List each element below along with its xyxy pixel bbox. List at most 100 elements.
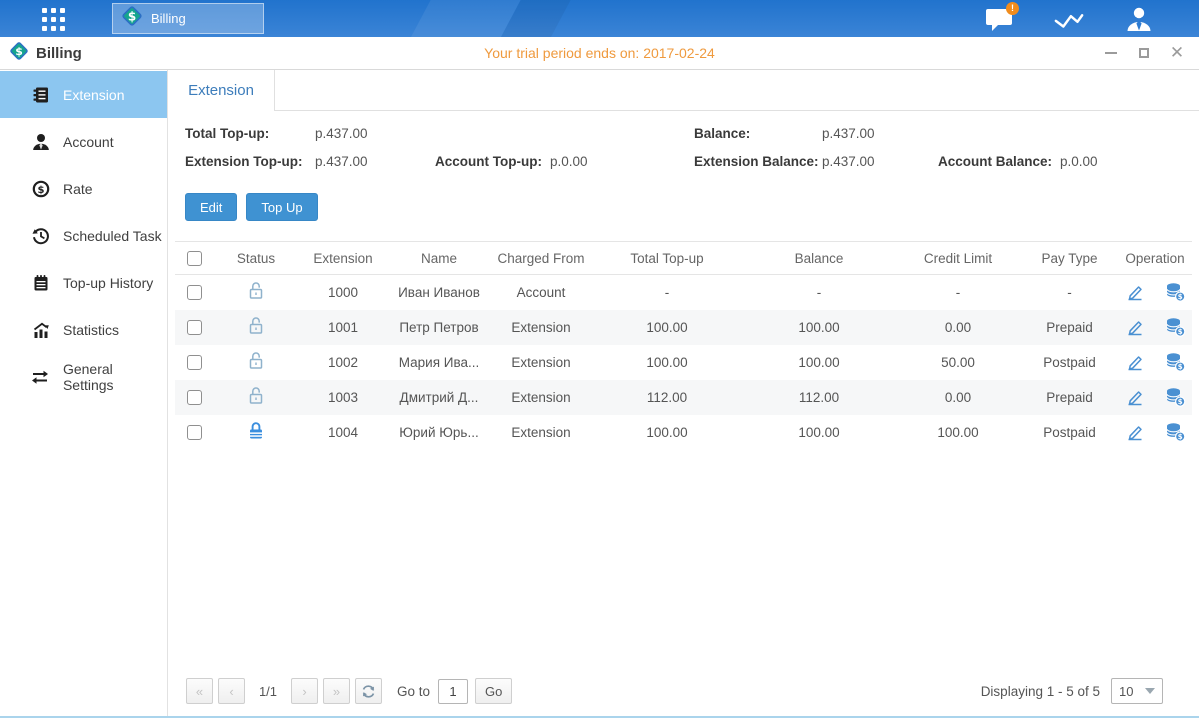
sidebar-item-scheduled-task[interactable]: Scheduled Task xyxy=(0,212,167,259)
cell-total-topup: - xyxy=(591,275,743,310)
maximize-button[interactable] xyxy=(1136,45,1152,61)
topup-extension-icon[interactable]: $ xyxy=(1165,352,1186,372)
sidebar-item-general-settings[interactable]: General Settings xyxy=(0,353,167,400)
table-row: 1002Мария Ива...Extension100.00100.0050.… xyxy=(175,345,1192,380)
go-button[interactable]: Go xyxy=(475,678,512,704)
account-balance-label: Account Balance: xyxy=(938,154,1060,169)
cell-status xyxy=(213,345,299,380)
sidebar-item-top-up-history[interactable]: Top-up History xyxy=(0,259,167,306)
chevron-down-icon xyxy=(1145,688,1155,694)
sidebar-item-label: Extension xyxy=(63,87,124,103)
select-all-checkbox[interactable] xyxy=(187,251,202,266)
last-page-button[interactable]: » xyxy=(323,678,350,704)
goto-page-input[interactable] xyxy=(438,679,468,704)
cell-pay-type: Postpaid xyxy=(1021,345,1118,380)
sidebar-item-label: Statistics xyxy=(63,322,119,338)
row-checkbox[interactable] xyxy=(187,425,202,440)
sidebar-item-label: Scheduled Task xyxy=(63,228,162,244)
scheduled-task-icon xyxy=(31,226,50,245)
rate-icon: $ xyxy=(31,179,50,198)
column-header-total-top-up: Total Top-up xyxy=(591,242,743,275)
edit-extension-icon[interactable] xyxy=(1125,317,1145,337)
column-header-status: Status xyxy=(213,242,299,275)
svg-text:$: $ xyxy=(1177,433,1182,441)
refresh-button[interactable] xyxy=(355,678,382,704)
close-button[interactable]: ✕ xyxy=(1169,45,1185,61)
cell-total-topup: 100.00 xyxy=(591,345,743,380)
cell-charged-from: Account xyxy=(491,275,591,310)
notification-badge: ! xyxy=(1006,2,1019,15)
edit-button[interactable]: Edit xyxy=(185,193,237,221)
edit-extension-icon[interactable] xyxy=(1125,352,1145,372)
messages-icon[interactable]: ! xyxy=(983,4,1015,34)
minimize-button[interactable] xyxy=(1103,45,1119,61)
next-page-button[interactable]: › xyxy=(291,678,318,704)
cell-name: Юрий Юрь... xyxy=(387,415,491,450)
lock-open-icon xyxy=(247,386,265,406)
goto-label: Go to xyxy=(397,684,430,699)
table-row: 1000Иван ИвановAccount----$ xyxy=(175,275,1192,310)
cell-operation: $ xyxy=(1118,310,1192,345)
prev-page-button[interactable]: ‹ xyxy=(218,678,245,704)
column-header-balance: Balance xyxy=(743,242,895,275)
page-size-select[interactable]: 10 xyxy=(1111,678,1163,704)
account-icon xyxy=(31,132,50,151)
topup-extension-icon[interactable]: $ xyxy=(1165,422,1186,442)
top-up-button[interactable]: Top Up xyxy=(246,193,317,221)
apps-grid-icon[interactable] xyxy=(34,7,72,31)
tab-bar: Extension xyxy=(168,70,1199,111)
cell-extension: 1002 xyxy=(299,345,387,380)
cell-operation: $ xyxy=(1118,380,1192,415)
sidebar-item-rate[interactable]: $Rate xyxy=(0,165,167,212)
column-header-operation: Operation xyxy=(1118,242,1192,275)
sidebar-item-account[interactable]: Account xyxy=(0,118,167,165)
edit-extension-icon[interactable] xyxy=(1125,282,1145,302)
topup-extension-icon[interactable]: $ xyxy=(1165,387,1186,407)
sidebar: Extension Account $Rate Scheduled Task Top-u… xyxy=(0,70,168,716)
row-checkbox[interactable] xyxy=(187,390,202,405)
cell-name: Иван Иванов xyxy=(387,275,491,310)
row-checkbox[interactable] xyxy=(187,320,202,335)
statistics-chart-icon[interactable] xyxy=(1053,4,1085,34)
first-page-button[interactable]: « xyxy=(186,678,213,704)
top-bar: $ Billing ! xyxy=(0,0,1199,37)
topup-extension-icon[interactable]: $ xyxy=(1165,317,1186,337)
account-balance-value: p.0.00 xyxy=(1060,154,1199,169)
sidebar-item-label: General Settings xyxy=(63,361,167,393)
taskbar-tab-billing[interactable]: $ Billing xyxy=(112,3,264,34)
cell-balance: - xyxy=(743,275,895,310)
edit-extension-icon[interactable] xyxy=(1125,422,1145,442)
sidebar-item-extension[interactable]: Extension xyxy=(0,71,167,118)
sidebar-item-label: Account xyxy=(63,134,114,150)
page-indicator: 1/1 xyxy=(250,684,286,699)
row-checkbox[interactable] xyxy=(187,285,202,300)
cell-checkbox xyxy=(175,345,213,380)
topup-history-icon xyxy=(31,273,50,292)
sidebar-item-statistics[interactable]: Statistics xyxy=(0,306,167,353)
topup-extension-icon[interactable]: $ xyxy=(1165,282,1186,302)
column-header-name: Name xyxy=(387,242,491,275)
svg-text:$: $ xyxy=(37,185,44,196)
row-checkbox[interactable] xyxy=(187,355,202,370)
cell-credit-limit: 0.00 xyxy=(895,380,1021,415)
edit-extension-icon[interactable] xyxy=(1125,387,1145,407)
cell-operation: $ xyxy=(1118,275,1192,310)
extension-balance-value: p.437.00 xyxy=(822,154,938,169)
account-topup-label: Account Top-up: xyxy=(435,154,550,169)
cell-credit-limit: - xyxy=(895,275,1021,310)
cell-operation: $ xyxy=(1118,345,1192,380)
general-settings-icon xyxy=(31,367,50,386)
column-header-charged-from: Charged From xyxy=(491,242,591,275)
user-icon[interactable] xyxy=(1123,4,1155,34)
cell-balance: 100.00 xyxy=(743,310,895,345)
cell-total-topup: 112.00 xyxy=(591,380,743,415)
cell-checkbox xyxy=(175,275,213,310)
lock-closed-icon xyxy=(247,421,265,441)
balance-value: p.437.00 xyxy=(822,126,938,141)
cell-charged-from: Extension xyxy=(491,345,591,380)
extension-balance-label: Extension Balance: xyxy=(694,154,822,169)
tab-extension[interactable]: Extension xyxy=(168,70,275,111)
total-topup-value: p.437.00 xyxy=(315,126,435,141)
sidebar-item-label: Top-up History xyxy=(63,275,153,291)
column-header-credit-limit: Credit Limit xyxy=(895,242,1021,275)
